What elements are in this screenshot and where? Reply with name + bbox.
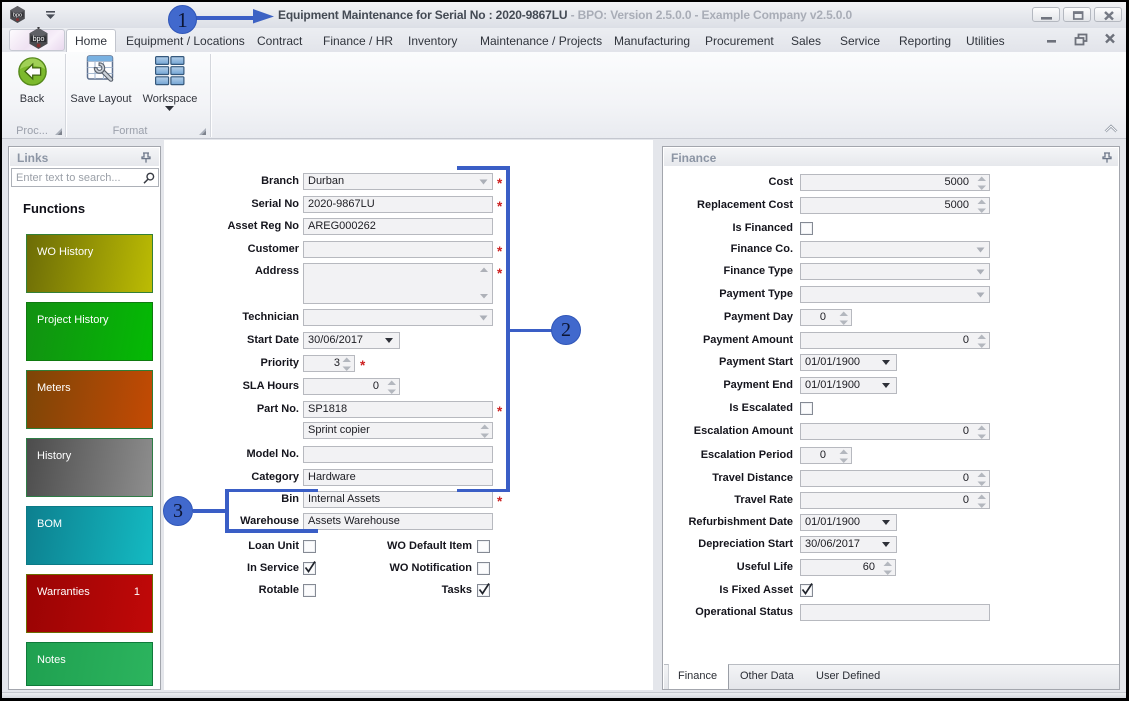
svg-text:bpo: bpo — [33, 35, 45, 43]
svg-text:bpo: bpo — [13, 13, 22, 19]
